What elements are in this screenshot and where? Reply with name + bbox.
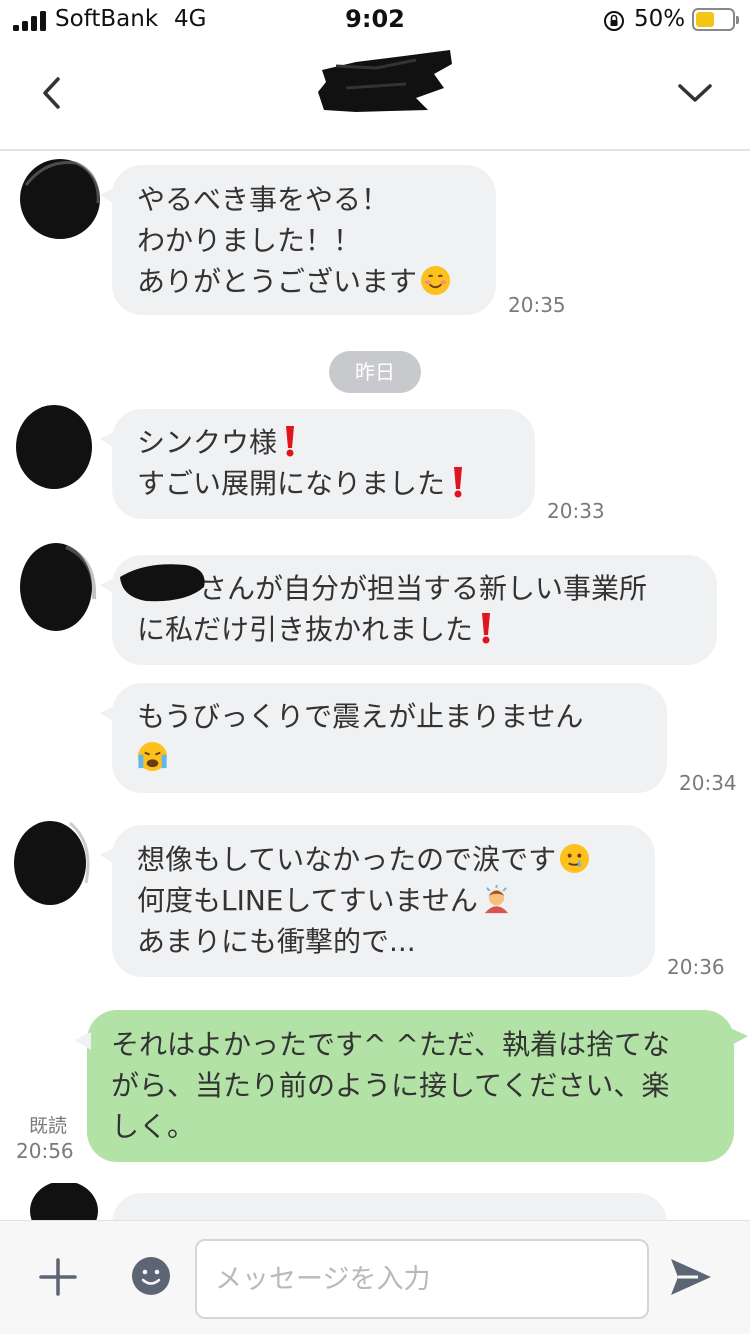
status-bar: SoftBank 4G 9:02 50% (0, 0, 750, 40)
message-line: さんが自分が担当する新しい事業所 (199, 572, 648, 605)
chat-header (0, 40, 750, 151)
exclamation-icon (454, 467, 463, 498)
message-bubble[interactable]: シンクウ様 すごい展開になりました (100, 409, 535, 519)
plus-icon[interactable] (38, 1257, 78, 1297)
message-line: がら、当たり前のように接してください、楽 (111, 1069, 670, 1102)
smiling-face-icon (420, 265, 451, 296)
send-icon[interactable] (668, 1255, 714, 1299)
battery-icon (692, 8, 739, 31)
message-bubble[interactable] (112, 1193, 667, 1220)
date-divider: 昨日 (329, 351, 421, 393)
read-receipt: 既読 (29, 1115, 68, 1137)
exclamation-icon (482, 613, 491, 644)
message-line: 想像もしていなかったので涙です (137, 843, 557, 876)
message-line: ありがとうございます (137, 265, 418, 298)
chat-history[interactable]: やるべき事をやる！ わかりました！！ ありがとうございます 20:35 昨日 シ… (0, 153, 750, 1220)
avatar[interactable] (16, 539, 104, 631)
avatar[interactable] (10, 401, 98, 493)
message-line: 何度もLINEしてすいません (137, 884, 478, 917)
message-time: 20:35 (508, 293, 566, 317)
redacted-contact-name (318, 50, 452, 112)
message-time: 20:34 (679, 771, 737, 795)
crying-face-icon (137, 741, 168, 772)
redacted-name (120, 564, 205, 602)
avatar[interactable] (10, 813, 98, 905)
message-bubble[interactable]: 想像もしていなかったので涙です 何度もLINEしてすいません あまりにも衝撃的で… (100, 825, 655, 977)
message-line: それはよかったです^ ^ただ、執着は捨てな (111, 1028, 670, 1061)
message-bubble[interactable]: やるべき事をやる！ わかりました！！ ありがとうございます (100, 165, 496, 315)
message-line: すごい展開になりました (137, 467, 446, 500)
chevron-down-icon[interactable] (676, 80, 714, 106)
message-line: に私だけ引き抜かれました (137, 613, 474, 646)
outgoing-message-bubble[interactable]: それはよかったです^ ^ただ、執着は捨てな がら、当たり前のように接してください… (75, 1010, 748, 1162)
message-composer (0, 1220, 750, 1334)
message-line: もうびっくりで震えが止まりません (137, 700, 584, 733)
exclamation-icon (286, 426, 295, 457)
emoji-icon[interactable] (130, 1255, 172, 1297)
smiling-face-with-tear-icon (560, 843, 590, 874)
message-time: 20:33 (547, 499, 605, 523)
message-line: シンクウ様 (137, 426, 278, 459)
person-bowing-icon (484, 884, 508, 914)
message-line: やるべき事をやる！ (137, 183, 390, 216)
avatar[interactable] (16, 155, 104, 247)
message-bubble[interactable]: さんが自分が担当する新しい事業所 に私だけ引き抜かれました (100, 555, 717, 665)
rotation-lock-icon (604, 11, 624, 31)
battery-percent: 50% (634, 6, 686, 32)
message-line: あまりにも衝撃的で... (137, 925, 416, 958)
message-line: しく。 (111, 1110, 196, 1143)
message-bubble[interactable]: もうびっくりで震えが止まりません (100, 683, 667, 793)
message-line: わかりました！！ (137, 224, 362, 257)
message-time: 20:56 (16, 1139, 74, 1163)
message-input[interactable] (195, 1239, 649, 1319)
message-time: 20:36 (667, 955, 725, 979)
chevron-left-icon[interactable] (38, 73, 68, 113)
avatar[interactable] (16, 1183, 104, 1220)
